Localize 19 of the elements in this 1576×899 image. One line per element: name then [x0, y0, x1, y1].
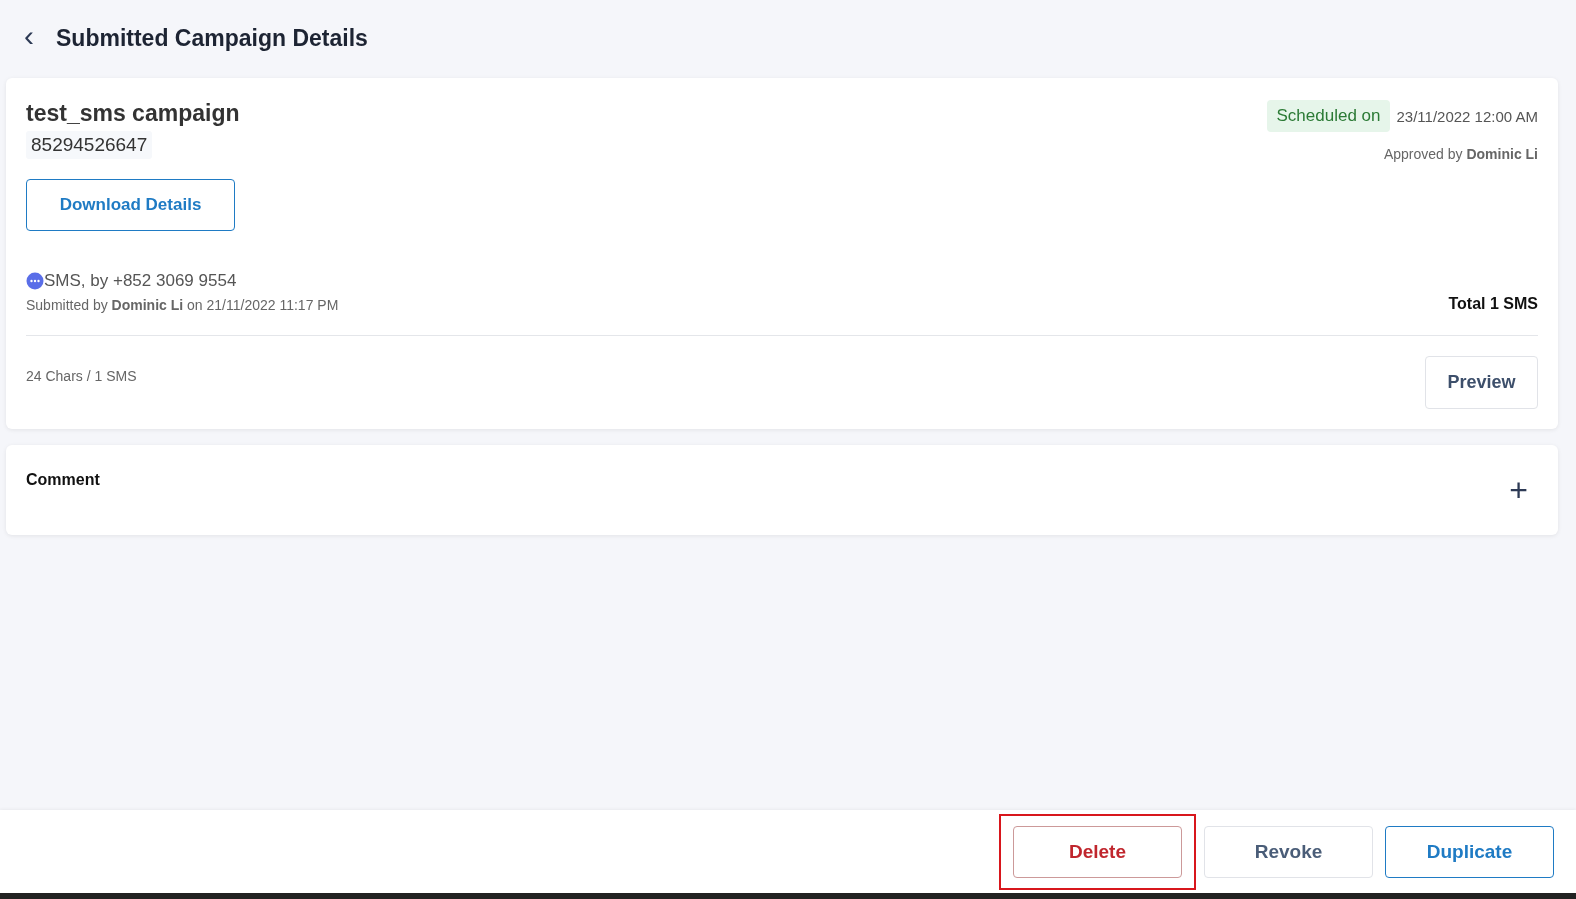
total-sms: Total 1 SMS — [1448, 295, 1538, 313]
comment-label: Comment — [26, 470, 100, 490]
footer-action-button[interactable]: Revoke — [1204, 825, 1373, 878]
campaign-name: test_sms campaign — [26, 100, 240, 127]
scheduled-time: 23/11/2022 12:00 AM — [1396, 107, 1538, 125]
preview-button[interactable]: Preview — [1425, 356, 1538, 409]
status-badge: Scheduled on — [1266, 100, 1391, 132]
approved-by: Approved by Dominic Li — [1383, 146, 1538, 162]
page-title: Submitted Campaign Details — [56, 24, 368, 52]
submitted-info: Submitted by Dominic Li on 21/11/2022 11:17 PM — [26, 297, 339, 313]
channel-info: SMS, by +852 3069 9554 — [44, 271, 237, 291]
char-count: 24 Chars / 1 SMS — [26, 367, 137, 384]
add-comment-button[interactable]: + — [1499, 445, 1538, 535]
chat-icon — [26, 272, 44, 290]
download-details-button[interactable]: Download Details — [26, 179, 235, 231]
footer-action-button[interactable]: Duplicate — [1385, 825, 1554, 878]
back-button[interactable]: ‹ — [20, 21, 38, 55]
footer-action-button[interactable]: Delete — [1013, 825, 1182, 878]
campaign-code: 85294526647 — [26, 131, 153, 159]
